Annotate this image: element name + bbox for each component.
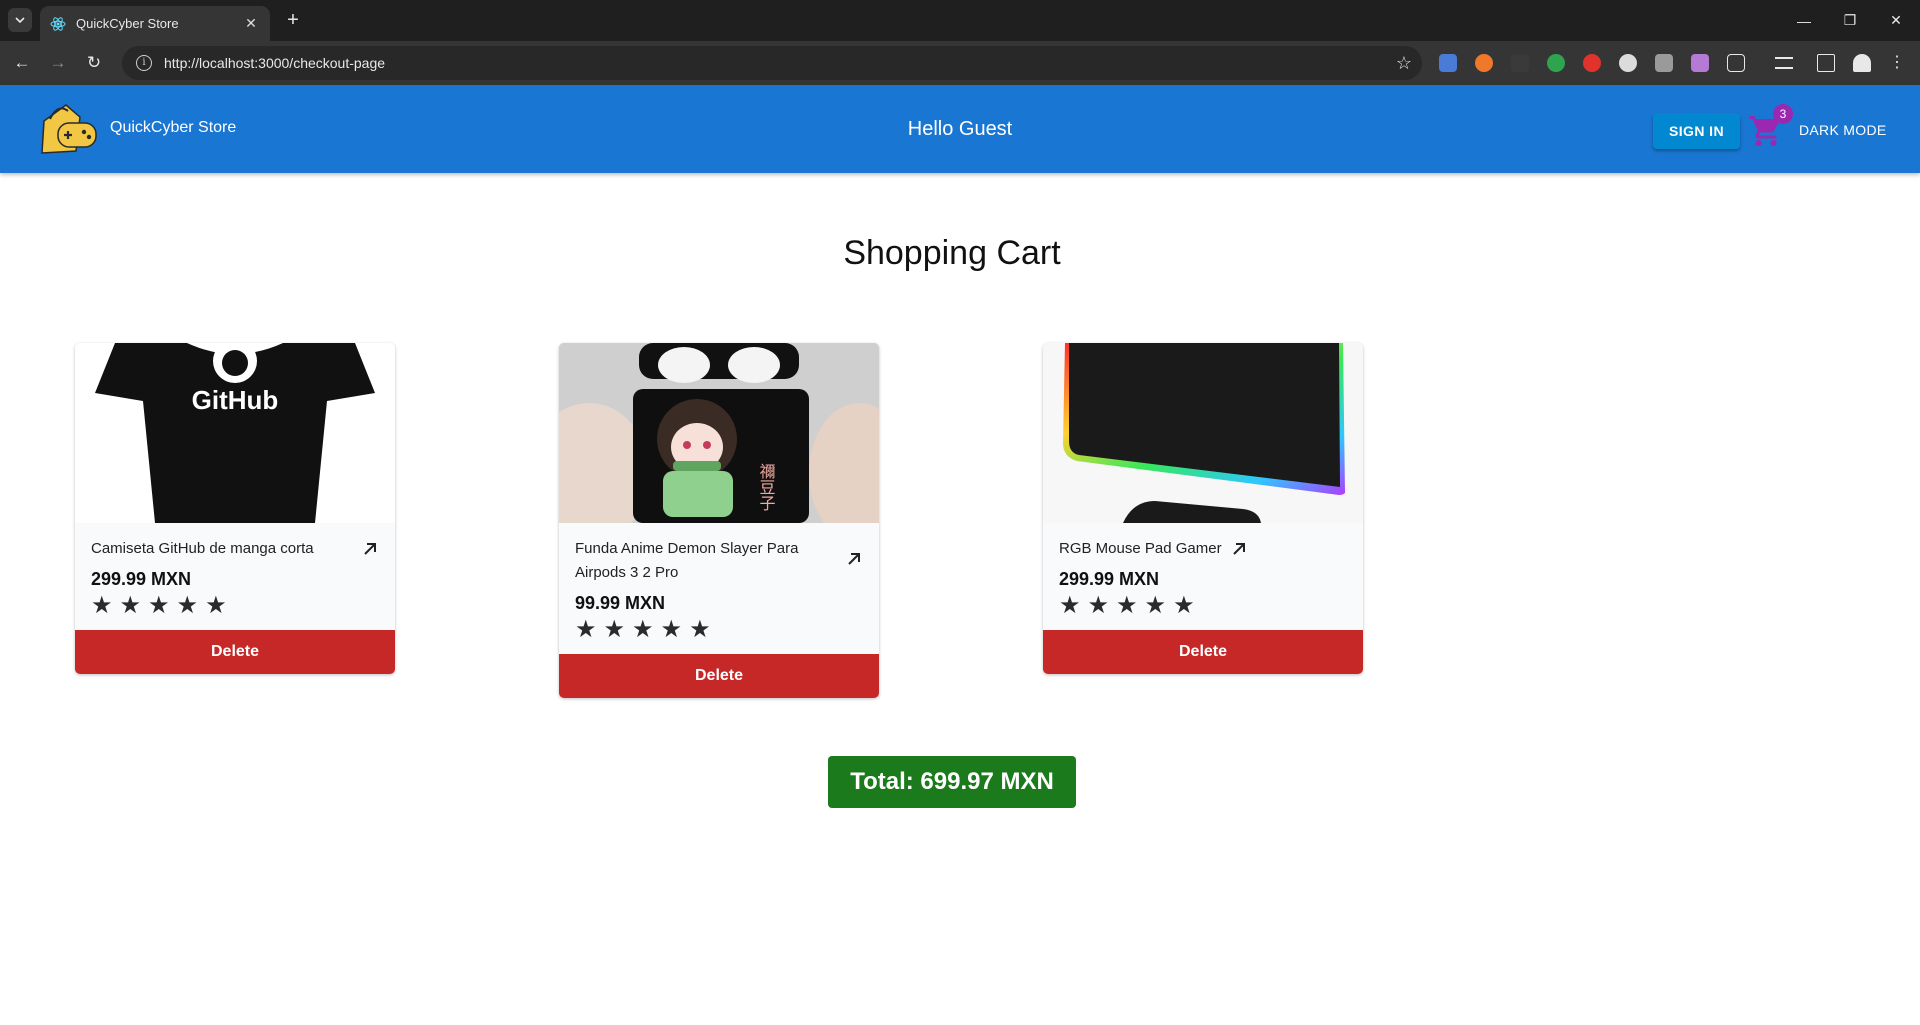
extension-gray-icon[interactable] [1655, 54, 1673, 72]
star-icon: ★ [689, 616, 711, 643]
dark-mode-toggle[interactable]: DARK MODE [1799, 122, 1887, 138]
star-icon: ★ [119, 592, 142, 619]
star-icon: ★ [1173, 592, 1195, 619]
extension-purple-icon[interactable] [1691, 54, 1709, 72]
product-name: Funda Anime Demon Slayer Para Airpods 3 … [575, 540, 799, 581]
star-rating: ★ ★ ★ ★ ★ [91, 594, 379, 618]
open-link-icon[interactable] [1230, 540, 1248, 558]
reload-button[interactable]: ↻ [82, 51, 106, 75]
star-icon: ★ [1144, 592, 1167, 619]
delete-button[interactable]: Delete [1043, 630, 1363, 674]
product-image: GitHub [75, 343, 395, 523]
cart-item-card: 禰豆子 Funda Anime Demon Slayer Para Airpod… [559, 343, 879, 698]
star-icon: ★ [575, 616, 597, 643]
bookmark-star-icon[interactable]: ☆ [1386, 53, 1422, 74]
star-icon: ★ [1087, 592, 1110, 619]
tab-list-button[interactable] [8, 8, 32, 32]
star-rating: ★ ★ ★ ★ ★ [1059, 594, 1347, 618]
cart-count-badge: 3 [1773, 104, 1793, 124]
cart-total: Total: 699.97 MXN [828, 756, 1076, 808]
new-tab-button[interactable]: + [282, 9, 304, 31]
star-icon: ★ [660, 616, 683, 643]
address-bar[interactable]: i http://localhost:3000/checkout-page ☆ [122, 46, 1422, 80]
extension-counter-icon[interactable] [1511, 54, 1529, 72]
product-image: 禰豆子 [559, 343, 879, 523]
browser-tab[interactable]: QuickCyber Store ✕ [40, 6, 270, 41]
app-header: QuickCyber Store Hello Guest SIGN IN 3 D… [0, 85, 1920, 173]
delete-button[interactable]: Delete [75, 630, 395, 674]
sign-in-button[interactable]: SIGN IN [1653, 113, 1740, 149]
product-name: RGB Mouse Pad Gamer [1059, 540, 1222, 557]
product-image-label: 禰豆子 [757, 463, 776, 511]
close-tab-icon[interactable]: ✕ [242, 15, 260, 33]
extension-white-icon[interactable] [1619, 54, 1637, 72]
side-panel-icon[interactable] [1817, 54, 1835, 72]
page-title: Shopping Cart [843, 234, 1061, 272]
extensions-puzzle-icon[interactable] [1727, 54, 1745, 72]
menu-kebab-icon[interactable]: ⋮ [1889, 54, 1905, 72]
back-button[interactable]: ← [10, 51, 34, 75]
star-icon: ★ [603, 616, 626, 643]
profile-icon[interactable] [1853, 54, 1871, 72]
star-rating: ★ ★ ★ ★ ★ [575, 618, 863, 642]
chevron-down-icon [15, 17, 25, 24]
tab-title: QuickCyber Store [76, 16, 179, 31]
star-icon: ★ [148, 592, 170, 619]
open-link-icon[interactable] [361, 540, 379, 558]
minimize-button[interactable]: — [1786, 0, 1822, 41]
media-controls-icon[interactable] [1775, 57, 1793, 69]
cart-item-card: RGB Mouse Pad Gamer 299.99 MXN ★ ★ ★ ★ ★ Del… [1043, 343, 1363, 674]
product-price: 299.99 MXN [1059, 569, 1160, 589]
product-price: 299.99 MXN [91, 569, 192, 589]
extension-orange-icon[interactable] [1475, 54, 1493, 72]
browser-tabbar: QuickCyber Store ✕ + — ❐ ✕ [0, 0, 1920, 41]
browser-toolbar: ← → ↻ i http://localhost:3000/checkout-p… [0, 41, 1920, 85]
product-image [1043, 343, 1363, 523]
product-image-label: GitHub [192, 385, 279, 415]
forward-button[interactable]: → [46, 51, 70, 75]
url-text: http://localhost:3000/checkout-page [164, 55, 386, 71]
cart-item-card: GitHub Camiseta GitHub de manga corta 29… [75, 343, 395, 674]
delete-button[interactable]: Delete [559, 654, 879, 698]
greeting-text: Hello Guest [907, 118, 1013, 140]
star-icon: ★ [205, 592, 227, 619]
star-icon: ★ [176, 592, 199, 619]
star-icon: ★ [1059, 592, 1081, 619]
site-info-icon[interactable]: i [136, 55, 152, 71]
star-icon: ★ [91, 592, 113, 619]
extension-red-icon[interactable] [1583, 54, 1601, 72]
restore-button[interactable]: ❐ [1832, 0, 1868, 41]
open-link-icon[interactable] [845, 550, 863, 568]
extension-green-icon[interactable] [1547, 54, 1565, 72]
react-icon [50, 16, 66, 31]
window-close-button[interactable]: ✕ [1878, 0, 1914, 41]
star-icon: ★ [1116, 592, 1138, 619]
product-name: Camiseta GitHub de manga corta [91, 540, 314, 557]
product-price: 99.99 MXN [575, 593, 666, 613]
translate-extension-icon[interactable] [1439, 54, 1457, 72]
star-icon: ★ [632, 616, 654, 643]
